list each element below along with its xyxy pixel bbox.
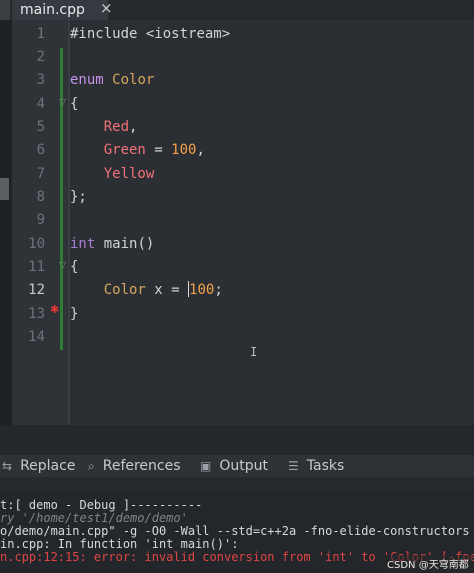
tasks-label: Tasks xyxy=(306,458,345,474)
include-header: <iostream> xyxy=(145,26,231,42)
output-tab[interactable]: ▣ Output xyxy=(200,455,268,477)
watermark: CSDN @天穹南都 xyxy=(384,555,472,572)
scrollbar-thumb[interactable] xyxy=(0,178,9,200)
code-line-13: } xyxy=(70,306,79,322)
keyword: enum xyxy=(70,72,104,88)
close-icon[interactable]: × xyxy=(100,0,113,17)
output-label: Output xyxy=(219,458,268,474)
fold-toggle-icon[interactable]: ▽ xyxy=(59,261,66,271)
keyword: int xyxy=(70,236,96,252)
code-line-8: }; xyxy=(70,189,87,205)
line-number-current: 12 xyxy=(28,282,45,298)
replace-tab[interactable]: ⇆ Replace xyxy=(2,455,75,477)
line-number: 8 xyxy=(36,189,45,205)
tab-title: main.cpp xyxy=(20,2,85,18)
line-number: 3 xyxy=(36,72,45,88)
search-icon: ⌕ xyxy=(88,458,95,473)
code-line-6: Green = 100, xyxy=(70,140,205,160)
output-icon: ▣ xyxy=(200,459,212,473)
line-number: 11 xyxy=(28,259,45,275)
error-marker-icon: ✱ xyxy=(50,303,60,316)
function-signature: main() xyxy=(95,236,155,252)
panel-separator xyxy=(0,425,474,455)
code-line-5: Red, xyxy=(70,117,138,137)
operator: = xyxy=(145,142,172,158)
references-tab[interactable]: ⌕ References xyxy=(88,455,181,477)
enumerator: Yellow xyxy=(103,166,155,182)
code-line-10: int main() xyxy=(70,234,154,254)
preprocessor-directive: #include xyxy=(70,26,138,42)
enumerator: Green xyxy=(103,142,146,158)
tab-bar: main.cpp × xyxy=(0,0,474,20)
code-line-11: { xyxy=(70,259,79,275)
code-line-3: enum Color xyxy=(70,70,154,90)
line-number-gutter: 1 2 3 4 5 6 7 8 9 10 11 12 13 14 ▽ ▽ ✱ xyxy=(12,20,70,425)
line-number: 9 xyxy=(36,212,45,228)
tab-bar-edge xyxy=(0,0,10,20)
references-label: References xyxy=(102,458,181,474)
code-line-4: { xyxy=(70,96,79,112)
code-editor[interactable]: #include <iostream> enum Color { Red, Gr… xyxy=(70,20,474,425)
code-line-1: #include <iostream> xyxy=(70,24,230,44)
punctuation: , xyxy=(129,119,138,135)
line-number: 6 xyxy=(36,142,45,158)
number-literal: 100 xyxy=(171,142,197,158)
mouse-ibeam-icon: I xyxy=(250,345,258,359)
fold-toggle-icon[interactable]: ▽ xyxy=(59,98,66,108)
line-number: 13 xyxy=(28,306,45,322)
side-panel-strip xyxy=(0,20,12,425)
enumerator: Red xyxy=(103,119,130,135)
line-number: 4 xyxy=(36,96,45,112)
type-name: Color xyxy=(103,282,146,298)
line-number: 5 xyxy=(36,119,45,135)
line-number: 10 xyxy=(28,236,45,252)
line-number: 2 xyxy=(36,49,45,65)
bottom-panel-toolbar: ⇆ Replace ⌕ References ▣ Output ☰ Tasks xyxy=(0,455,474,477)
change-marker-bar xyxy=(60,48,63,350)
toolbar-divider xyxy=(0,477,474,491)
line-number: 1 xyxy=(36,26,45,42)
tab-main-cpp[interactable]: main.cpp × xyxy=(12,0,113,20)
tasks-tab[interactable]: ☰ Tasks xyxy=(288,455,344,477)
line-number: 14 xyxy=(28,329,45,345)
number-literal: 100 xyxy=(189,282,215,298)
type-name: Color xyxy=(112,72,155,88)
punctuation: ; xyxy=(214,282,223,298)
line-number: 7 xyxy=(36,166,45,182)
punctuation: , xyxy=(196,142,205,158)
declaration: x = xyxy=(145,282,189,298)
code-line-7: Yellow xyxy=(70,164,155,184)
replace-label: Replace xyxy=(20,458,76,474)
replace-icon: ⇆ xyxy=(2,459,13,473)
code-line-12: Color x = 100; xyxy=(70,280,223,300)
tasks-icon: ☰ xyxy=(288,459,299,473)
